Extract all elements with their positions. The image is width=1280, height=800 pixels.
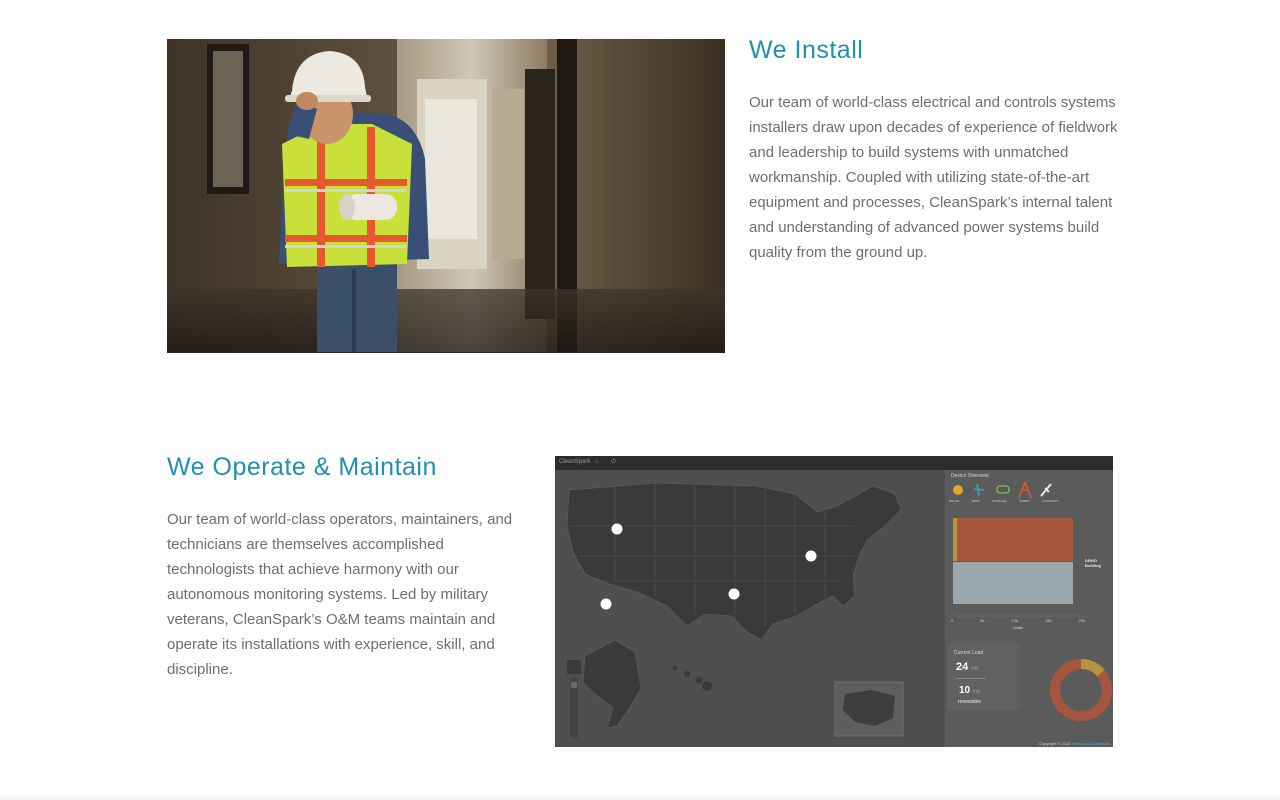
axis-tick: 5k	[980, 618, 985, 623]
panel-title: Device Overview	[951, 473, 989, 479]
divider	[956, 678, 986, 679]
terms-link[interactable]: Terms and Conditions	[1071, 741, 1110, 746]
current-load-label: Current Load	[954, 650, 984, 656]
site-marker	[728, 588, 740, 600]
device-label: WIND	[971, 499, 980, 503]
device-label-row: SOLAR WIND STORAGE TURBIT CONTRACT	[949, 499, 1059, 503]
axis-ticks: 0 5k 10k 15k 20k	[951, 618, 1085, 623]
current-load-unit: kW	[971, 666, 979, 672]
installer-photo-image	[167, 39, 725, 352]
operate-heading: We Operate & Maintain	[167, 453, 437, 481]
axis-label: Watts	[1013, 625, 1024, 630]
renewable-number: 10	[959, 685, 971, 696]
renewable-value: 10 kW	[959, 685, 980, 696]
device-label: SOLAR	[949, 499, 960, 503]
install-heading: We Install	[749, 36, 864, 64]
current-load-number: 24	[956, 661, 969, 673]
current-load-value: 24 kW	[956, 661, 979, 673]
axis-tick: 10k	[1011, 618, 1018, 623]
renewable-donut-chart	[1050, 659, 1112, 721]
axis-tick: 20k	[1078, 618, 1085, 623]
chart-bar-usage	[953, 518, 1073, 561]
bar-label: DEMO Building	[1085, 558, 1101, 568]
chart-bar-capacity	[953, 562, 1073, 604]
renewable-unit: kW	[972, 689, 981, 695]
footer-copyright: Copyright © 2014	[1039, 741, 1071, 746]
site-marker	[805, 550, 817, 562]
device-label: STORAGE	[992, 499, 1007, 503]
site-marker	[600, 598, 612, 610]
page-bottom-edge	[0, 794, 1280, 800]
device-label: CONTRACT	[1042, 499, 1059, 503]
device-label: TURBIT	[1019, 499, 1030, 503]
renewable-label: renewable	[958, 699, 982, 705]
axis-tick: 0	[951, 618, 954, 623]
monitoring-dashboard-screenshot: CleanSpark ⌂ ⏻ Device Overview SOLAR WIN…	[555, 456, 1113, 747]
site-marker	[611, 523, 623, 535]
operate-description: Our team of world-class operators, maint…	[167, 511, 513, 678]
axis-tick: 15k	[1045, 618, 1052, 623]
dashboard-footer: Copyright © 2014 Terms and Conditions	[1039, 741, 1110, 746]
installer-photo	[167, 39, 725, 353]
install-description: Our team of world-class electrical and c…	[749, 94, 1118, 261]
